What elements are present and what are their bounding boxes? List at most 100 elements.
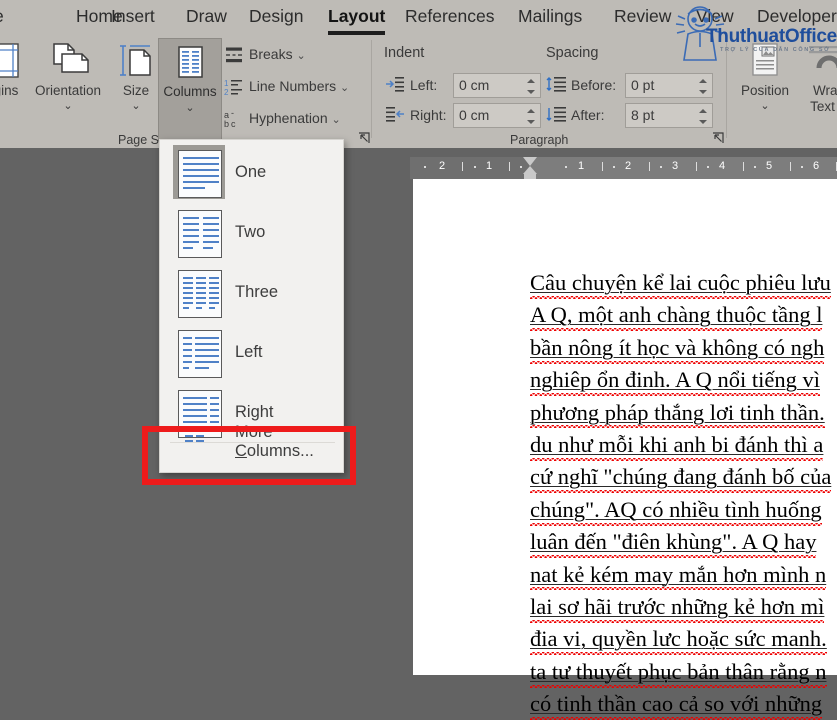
indent-right-label: Right: [410,107,447,123]
line-numbers-label: Line Numbers [249,78,337,94]
svg-text:b: b [224,119,229,128]
left-column-icon [178,330,222,378]
indent-left-icon [386,77,404,92]
indent-left-input[interactable]: 0 cm [453,73,541,98]
ruler-mark: 4 [719,160,726,172]
chevron-down-icon[interactable]: ⌄ [332,114,341,126]
menu-item-one[interactable]: One [161,142,344,202]
indent-left-stepper[interactable] [525,75,537,97]
menu-item-two[interactable]: Two [161,202,344,262]
tab-layout[interactable]: Layout [328,3,386,35]
breaks-icon [226,47,242,63]
highlight-annotation-box [142,426,356,485]
chevron-down-icon[interactable]: ⌄ [733,100,797,112]
indent-left-label: Left: [410,77,438,93]
columns-button[interactable]: Columns ⌄ [158,38,222,141]
menu-item-three[interactable]: Three [161,262,344,322]
chevron-down-icon[interactable]: ⌄ [28,100,108,112]
wrap-text-button[interactable]: Wrap Text ⌄ [797,42,837,114]
menu-item-label: Three [235,282,279,301]
columns-label: Columns [163,84,217,99]
tab-insert[interactable]: Insert [111,3,155,33]
indent-right-icon [386,107,404,122]
wrap-text-label-1: Wrap [812,83,837,98]
spacing-before-label: Before: [571,77,617,93]
orientation-button[interactable]: Orientation ⌄ [28,42,108,112]
doc-line: chúng". AQ có nhiều tình huống [530,494,837,526]
ruler-mark: 2 [625,160,632,172]
chevron-down-icon[interactable]: ⌄ [340,82,349,94]
wrap-text-label-2: Text [810,98,835,114]
doc-line: cứ nghĩ "chúng đang đánh bố của [530,461,837,493]
doc-line: du như mỗi khi anh bi đánh thì a [530,429,837,461]
two-columns-icon [178,210,222,258]
spacing-after-input[interactable]: 8 pt [625,103,713,128]
indent-right-stepper[interactable] [525,105,537,127]
wrap-text-icon [809,46,837,69]
menu-item-left[interactable]: Left [161,322,344,382]
svg-text:-: - [231,110,234,118]
chevron-down-icon[interactable]: ⌄ [159,101,221,114]
tab-design[interactable]: Design [249,3,303,33]
doc-line: đia vi, quyền lưc hoặc sức manh. [530,623,837,655]
ribbon: e Home Insert Draw Design Layout Referen… [0,0,837,148]
spacing-after-value: 8 pt [631,107,655,123]
orientation-icon [53,43,89,73]
position-button[interactable]: Position ⌄ [733,42,797,112]
doc-line: nghiêp ổn đinh. A Q nổi tiếng vì [530,364,837,396]
doc-line: A Q, một anh chàng thuộc tầng l [530,299,837,331]
ruler-mark: 5 [766,160,773,172]
one-column-icon [178,150,222,198]
doc-line: ta tư thuyết phục bản thân rằng n [530,656,837,688]
menu-item-label: Two [235,222,266,241]
svg-text:1: 1 [224,79,229,88]
columns-icon [178,46,203,78]
spacing-after-stepper[interactable] [697,105,709,127]
doc-line: có tinh thần cao cả so với những [530,688,837,720]
tab-e[interactable]: e [0,3,4,33]
tab-references[interactable]: References [405,3,495,33]
doc-line: bần nông ít học và không có ngh [530,332,837,364]
document-text[interactable]: Câu chuyện kể lai cuộc phiêu lưu A Q, mộ… [530,267,837,720]
breaks-label: Breaks [249,46,293,62]
columns-dropdown-menu[interactable]: One Two Three Left Right More Columns... [159,139,344,473]
orientation-label: Orientation [34,83,102,98]
hanging-indent-marker[interactable] [523,166,537,174]
tab-developer[interactable]: Developer [757,3,837,33]
spacing-after-icon [546,107,566,122]
document-page[interactable]: Câu chuyện kể lai cuộc phiêu lưu A Q, mộ… [413,179,837,717]
position-icon [752,43,778,76]
group-divider [726,40,727,138]
spacing-before-input[interactable]: 0 pt [625,73,713,98]
first-line-indent-marker[interactable] [523,157,537,166]
doc-line: phương pháp thắng lơi tinh thần. [530,397,837,429]
chevron-down-icon[interactable]: ⌄ [296,50,305,62]
hyphenation-button[interactable]: a - b c Hyphenation ⌄ [224,106,341,131]
paragraph-group-label: Paragraph [510,133,569,147]
ribbon-body: gins Orientation ⌄ Size ⌄ [0,36,837,148]
horizontal-ruler[interactable]: 2 1 1 2 3 4 5 6 [410,157,837,181]
spacing-before-value: 0 pt [631,77,655,93]
line-numbers-button[interactable]: 1 2 Line Numbers ⌄ [224,74,349,99]
spacing-before-stepper[interactable] [697,75,709,97]
ruler-mark: 2 [439,160,446,172]
svg-text:c: c [231,119,236,128]
paragraph-dialog-launcher[interactable] [712,132,726,146]
spacing-before-icon [546,77,566,92]
group-divider [371,40,372,138]
ruler-mark: 3 [672,160,679,172]
ruler-mark: 1 [486,160,493,172]
spacing-after-label: After: [571,107,605,123]
page-setup-dialog-launcher[interactable] [358,132,372,146]
ribbon-tab-bar: e Home Insert Draw Design Layout Referen… [0,0,837,36]
spacing-header: Spacing [546,45,599,61]
tab-mailings[interactable]: Mailings [518,3,582,33]
position-label: Position [740,83,790,98]
breaks-button[interactable]: Breaks ⌄ [224,42,306,67]
hyphenation-label: Hyphenation [249,110,328,126]
indent-right-input[interactable]: 0 cm [453,103,541,128]
tab-view[interactable]: View [696,3,734,33]
indent-header: Indent [384,45,425,61]
tab-draw[interactable]: Draw [186,3,227,33]
tab-review[interactable]: Review [614,3,671,33]
